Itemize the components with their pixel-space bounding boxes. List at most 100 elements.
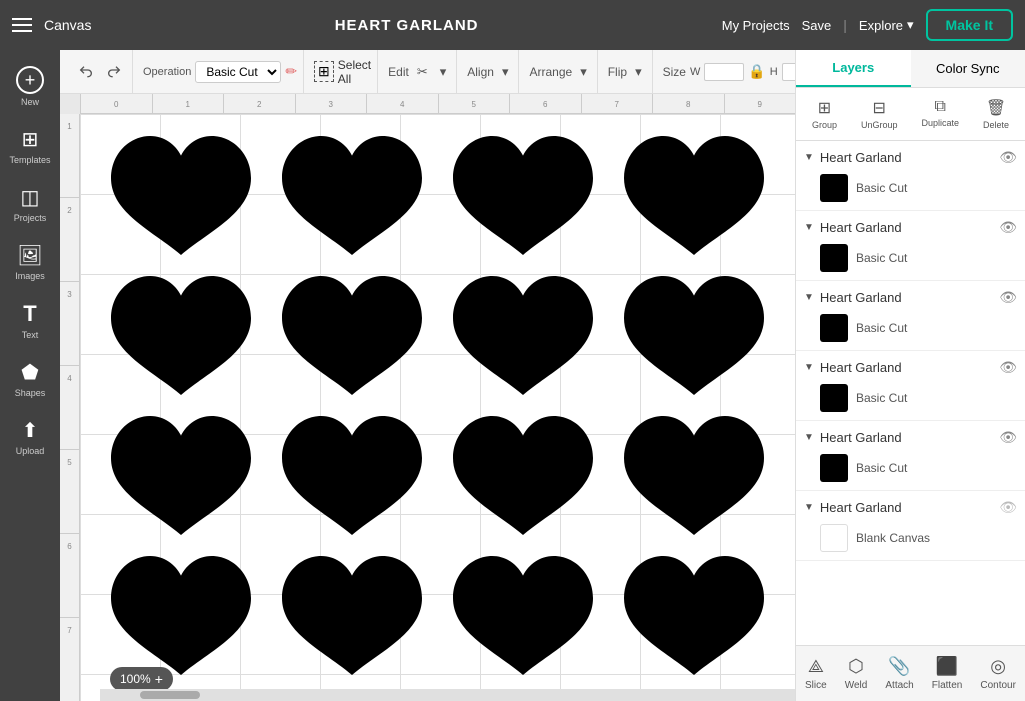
heart-shape xyxy=(111,414,251,544)
heart-cell-1 xyxy=(100,134,261,264)
sidebar-label-images: Images xyxy=(15,271,45,281)
flip-button[interactable]: ▾ xyxy=(631,60,646,84)
operation-dropdown[interactable]: Basic Cut xyxy=(195,61,281,83)
layer-arrow-2[interactable]: ▼ xyxy=(804,222,814,233)
heart-cell-7 xyxy=(443,274,604,404)
h-label: H xyxy=(770,66,778,78)
templates-icon: ⊞ xyxy=(22,127,39,152)
sidebar-item-shapes[interactable]: ⬟ Shapes xyxy=(0,352,60,406)
sidebar-item-upload[interactable]: ⬆ Upload xyxy=(0,410,60,464)
heart-shape xyxy=(453,414,593,544)
sidebar-item-templates[interactable]: ⊞ Templates xyxy=(0,119,60,173)
eye-icon-5[interactable]: 👁 xyxy=(999,429,1017,446)
layer-arrow-3[interactable]: ▼ xyxy=(804,292,814,303)
align-button[interactable]: ▾ xyxy=(498,60,513,84)
operation-group: Operation Basic Cut ✏ xyxy=(137,50,304,93)
undo-button[interactable] xyxy=(74,60,98,84)
slice-button[interactable]: ⟁ Slice xyxy=(799,652,833,695)
layer-arrow-6[interactable]: ▼ xyxy=(804,502,814,513)
select-all-button[interactable]: ⊞ Select All xyxy=(314,58,371,86)
flatten-button[interactable]: ⬛ Flatten xyxy=(926,652,969,695)
main-layout: + New ⊞ Templates ◫ Projects 🖼 Images T … xyxy=(0,50,1025,701)
tab-layers[interactable]: Layers xyxy=(796,50,911,87)
duplicate-button[interactable]: ⧉ Duplicate xyxy=(915,94,965,134)
contour-icon: ◎ xyxy=(990,656,1006,677)
layer-arrow-4[interactable]: ▼ xyxy=(804,362,814,373)
heart-cell-12 xyxy=(614,414,775,544)
canvas-area[interactable]: 0 1 2 3 4 5 6 7 8 9 1 2 3 4 5 6 7 xyxy=(60,94,795,701)
chevron-down-icon: ▾ xyxy=(907,17,914,33)
layer-header-5[interactable]: ▼ Heart Garland 👁 xyxy=(796,421,1025,450)
eye-icon-4[interactable]: 👁 xyxy=(999,359,1017,376)
hamburger-menu-button[interactable] xyxy=(12,18,32,32)
eye-icon-6[interactable]: 👁 xyxy=(999,499,1017,516)
explore-button[interactable]: Explore ▾ xyxy=(859,17,914,33)
layer-header-1[interactable]: ▼ Heart Garland 👁 xyxy=(796,141,1025,170)
undo-redo-group xyxy=(68,50,133,93)
scrollbar-thumb[interactable] xyxy=(140,691,200,699)
sidebar-label-upload: Upload xyxy=(16,446,45,456)
sidebar-item-projects[interactable]: ◫ Projects xyxy=(0,177,60,231)
heart-shape xyxy=(111,134,251,264)
group-button[interactable]: ⊞ Group xyxy=(806,94,843,134)
eye-icon-1[interactable]: 👁 xyxy=(999,149,1017,166)
slice-icon: ⟁ xyxy=(808,656,824,677)
slice-label: Slice xyxy=(805,680,827,691)
layer-arrow-1[interactable]: ▼ xyxy=(804,152,814,163)
flip-label: Flip xyxy=(608,65,627,79)
heart-shape xyxy=(282,414,422,544)
layer-header-3[interactable]: ▼ Heart Garland 👁 xyxy=(796,281,1025,310)
layer-thumb-3 xyxy=(820,314,848,342)
save-button[interactable]: Save xyxy=(802,18,832,33)
layer-arrow-5[interactable]: ▼ xyxy=(804,432,814,443)
sidebar-item-images[interactable]: 🖼 Images xyxy=(0,235,60,289)
vertical-ruler: 1 2 3 4 5 6 7 xyxy=(60,114,80,701)
pencil-icon: ✏ xyxy=(285,63,297,80)
delete-button[interactable]: 🗑 Delete xyxy=(977,94,1015,134)
ungroup-button[interactable]: ⊟ UnGroup xyxy=(855,94,904,134)
redo-icon xyxy=(106,64,122,80)
panel-tabs: Layers Color Sync xyxy=(796,50,1025,88)
my-projects-button[interactable]: My Projects xyxy=(722,18,790,33)
tab-color-sync[interactable]: Color Sync xyxy=(911,50,1025,87)
edit-more-button[interactable]: ▾ xyxy=(436,60,451,84)
layer-child-1[interactable]: Basic Cut xyxy=(796,170,1025,210)
heart-shape xyxy=(624,554,764,684)
attach-button[interactable]: 📎 Attach xyxy=(879,652,919,695)
height-input[interactable] xyxy=(782,63,795,81)
select-all-label: Select All xyxy=(338,58,371,86)
make-it-button[interactable]: Make It xyxy=(926,9,1013,41)
layer-header-2[interactable]: ▼ Heart Garland 👁 xyxy=(796,211,1025,240)
operation-label: Operation xyxy=(143,66,191,78)
horizontal-scrollbar[interactable] xyxy=(100,689,795,701)
weld-label: Weld xyxy=(845,680,868,691)
zoom-in-button[interactable]: + xyxy=(155,671,163,687)
weld-button[interactable]: ⬡ Weld xyxy=(839,652,874,695)
edit-button[interactable]: ✂ xyxy=(413,60,432,84)
sidebar-item-text[interactable]: T Text xyxy=(0,293,60,348)
edit-label: Edit xyxy=(388,65,409,79)
zoom-control: 100% + xyxy=(110,667,173,691)
layer-child-4[interactable]: Basic Cut xyxy=(796,380,1025,420)
redo-button[interactable] xyxy=(102,60,126,84)
layer-header-6[interactable]: ▼ Heart Garland 👁 xyxy=(796,491,1025,520)
eye-icon-3[interactable]: 👁 xyxy=(999,289,1017,306)
delete-icon: 🗑 xyxy=(986,98,1006,118)
layer-child-6[interactable]: Blank Canvas xyxy=(796,520,1025,560)
eye-icon-2[interactable]: 👁 xyxy=(999,219,1017,236)
layer-child-5[interactable]: Basic Cut xyxy=(796,450,1025,490)
width-input[interactable] xyxy=(704,63,744,81)
heart-cell-8 xyxy=(614,274,775,404)
layer-child-name-1: Basic Cut xyxy=(856,181,907,195)
layer-child-3[interactable]: Basic Cut xyxy=(796,310,1025,350)
heart-cell-5 xyxy=(100,274,261,404)
toolbar: Operation Basic Cut ✏ ⊞ Select All Edit … xyxy=(60,50,795,94)
heart-shape xyxy=(111,554,251,684)
right-panel: Layers Color Sync ⊞ Group ⊟ UnGroup ⧉ Du… xyxy=(795,50,1025,701)
sidebar-item-new[interactable]: + New xyxy=(0,58,60,115)
contour-button[interactable]: ◎ Contour xyxy=(974,652,1022,695)
layer-header-4[interactable]: ▼ Heart Garland 👁 xyxy=(796,351,1025,380)
layer-child-2[interactable]: Basic Cut xyxy=(796,240,1025,280)
layer-thumb-1 xyxy=(820,174,848,202)
arrange-button[interactable]: ▾ xyxy=(576,60,591,84)
